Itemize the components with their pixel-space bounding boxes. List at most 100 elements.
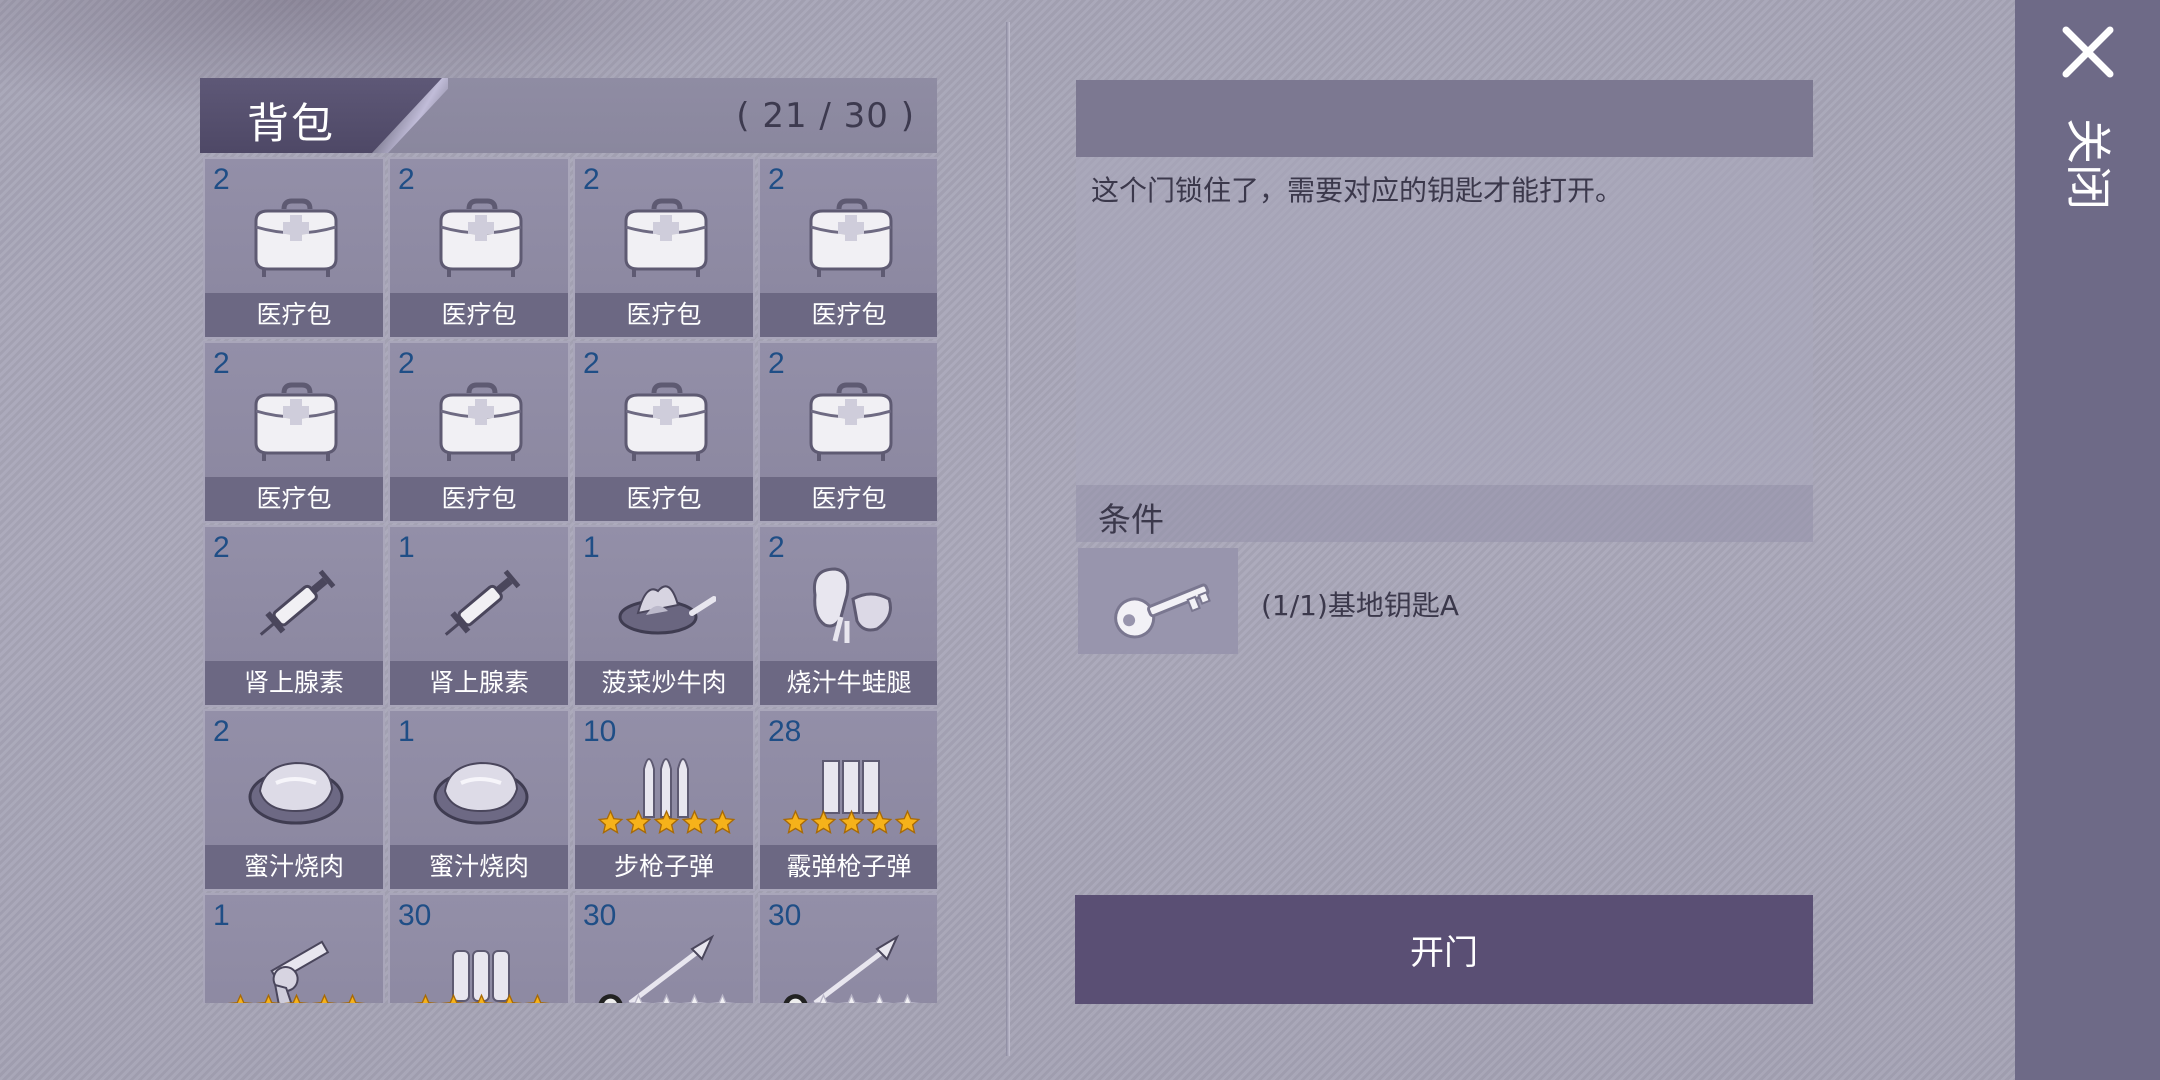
item-quantity: 10: [583, 715, 617, 748]
medkit-icon: [616, 371, 716, 471]
item-name: 医疗包: [205, 477, 383, 521]
item-quantity: 2: [213, 531, 230, 564]
item-quantity: 1: [398, 715, 415, 748]
condition-text: (1/1)基地钥匙A: [1261, 589, 1460, 622]
star-icon: [709, 993, 736, 1003]
inventory-slot[interactable]: 30: [388, 893, 570, 1003]
medkit-icon: [246, 187, 346, 287]
inventory-slot[interactable]: 2 医疗包: [388, 341, 570, 523]
inventory-slot[interactable]: 2 肾上腺素: [203, 525, 385, 707]
inventory-slot[interactable]: 28 霰弹枪子弹: [758, 709, 937, 891]
item-quantity: 1: [583, 531, 600, 564]
star-icon: [311, 993, 338, 1003]
conditions-header: 条件: [1076, 485, 1813, 542]
item-name: 医疗包: [390, 293, 568, 337]
detail-header: [1076, 80, 1813, 157]
spear-icon: [801, 923, 901, 1003]
key-icon: [1114, 583, 1211, 639]
item-quantity: 30: [398, 899, 432, 932]
medkit-icon: [801, 187, 901, 287]
star-icon: [810, 993, 837, 1003]
syringe-icon: [246, 555, 346, 655]
condition-item-slot[interactable]: [1078, 548, 1238, 654]
close-label-text: 关闭: [2061, 118, 2115, 210]
medkit-icon: [801, 371, 901, 471]
detail-description: 这个门锁住了，需要对应的钥匙才能打开。: [1091, 174, 1624, 207]
star-icon: [625, 993, 652, 1003]
inventory-slot[interactable]: 2 医疗包: [203, 157, 385, 339]
inventory-slot[interactable]: 1 肾上腺素: [388, 525, 570, 707]
star-icon: [838, 993, 865, 1003]
medkit-icon: [431, 371, 531, 471]
frog-legs-icon: [801, 555, 901, 655]
ammo-icon: [431, 923, 531, 1003]
medkit-icon: [431, 187, 531, 287]
inventory-slot[interactable]: 30: [758, 893, 937, 1003]
item-name: 医疗包: [760, 477, 937, 521]
item-name: 烧汁牛蛙腿: [760, 661, 937, 705]
star-icon: [866, 809, 893, 835]
inventory-slot[interactable]: 30: [573, 893, 755, 1003]
star-icon: [709, 809, 736, 835]
star-icon: [810, 809, 837, 835]
inventory-slot[interactable]: 2 烧汁牛蛙腿: [758, 525, 937, 707]
medkit-icon: [616, 187, 716, 287]
inventory-slot[interactable]: 1: [203, 893, 385, 1003]
pan-dish-icon: [616, 555, 717, 655]
star-icon: [339, 993, 366, 1003]
inventory-slot[interactable]: 1 蜜汁烧肉: [388, 709, 570, 891]
inventory-slot[interactable]: 2 蜜汁烧肉: [203, 709, 385, 891]
item-quantity: 2: [768, 531, 785, 564]
item-rarity-stars: [782, 993, 921, 1003]
item-rarity-stars: [597, 993, 736, 1003]
inventory-slot[interactable]: 10 步枪子弹: [573, 709, 755, 891]
medkit-icon: [246, 371, 346, 471]
star-icon: [653, 993, 680, 1003]
syringe-icon: [431, 555, 531, 655]
star-icon: [894, 993, 921, 1003]
item-quantity: 1: [398, 531, 415, 564]
item-quantity: 2: [768, 347, 785, 380]
spear-icon: [616, 923, 716, 1003]
star-icon: [468, 993, 495, 1003]
item-quantity: 30: [768, 899, 802, 932]
star-icon: [625, 809, 652, 835]
item-name: 蜜汁烧肉: [205, 845, 383, 889]
open-door-button[interactable]: 开门: [1075, 895, 1813, 1004]
item-name: 肾上腺素: [390, 661, 568, 705]
inventory-slot[interactable]: 2 医疗包: [203, 341, 385, 523]
inventory-capacity: ( 21 / 30 ): [736, 96, 915, 136]
item-quantity: 2: [768, 163, 785, 196]
inventory-slot[interactable]: 2 医疗包: [758, 341, 937, 523]
item-rarity-stars: [412, 993, 551, 1003]
inventory-slot[interactable]: 2 医疗包: [758, 157, 937, 339]
inventory-header: 背包 ( 21 / 30 ): [200, 78, 937, 153]
item-quantity: 2: [398, 347, 415, 380]
inventory-slot[interactable]: 2 医疗包: [388, 157, 570, 339]
inventory-title: 背包: [247, 99, 336, 148]
item-name: 医疗包: [575, 477, 753, 521]
item-quantity: 2: [213, 347, 230, 380]
item-quantity: 1: [213, 899, 230, 932]
skull-icon: [783, 994, 808, 1003]
inventory-grid: 2 医疗包 2 医疗包 2 医疗包 2 医疗包 2 医疗包 2 医疗包 2 医疗…: [200, 157, 937, 1003]
close-icon[interactable]: [2058, 22, 2118, 82]
star-icon: [838, 809, 865, 835]
star-icon: [894, 809, 921, 835]
item-quantity: 2: [213, 715, 230, 748]
detail-body: 这个门锁住了，需要对应的钥匙才能打开。: [1076, 157, 1813, 485]
star-icon: [524, 993, 551, 1003]
inventory-grid-viewport[interactable]: 2 医疗包 2 医疗包 2 医疗包 2 医疗包 2 医疗包 2 医疗包 2 医疗…: [200, 157, 937, 1003]
inventory-slot[interactable]: 2 医疗包: [573, 341, 755, 523]
item-name: 蜜汁烧肉: [390, 845, 568, 889]
star-icon: [412, 993, 439, 1003]
skull-icon: [598, 994, 623, 1003]
star-icon: [440, 993, 467, 1003]
conditions-title: 条件: [1098, 500, 1164, 539]
inventory-slot[interactable]: 1 菠菜炒牛肉: [573, 525, 755, 707]
star-icon: [681, 993, 708, 1003]
roast-meat-icon: [246, 739, 346, 839]
item-quantity: 2: [398, 163, 415, 196]
item-quantity: 2: [583, 347, 600, 380]
inventory-slot[interactable]: 2 医疗包: [573, 157, 755, 339]
